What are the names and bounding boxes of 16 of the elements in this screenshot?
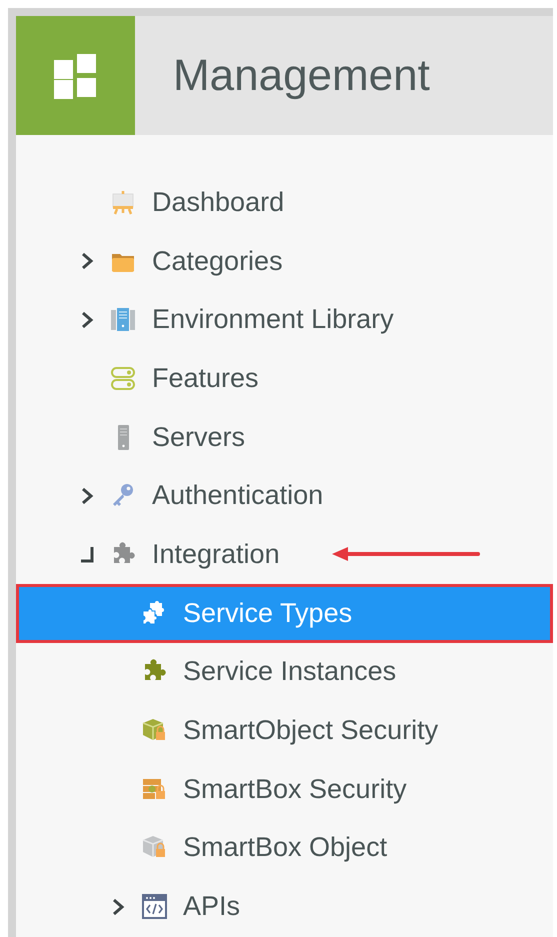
- tree-item[interactable]: Servers: [16, 408, 553, 466]
- tree-item[interactable]: Environment Library: [16, 290, 553, 350]
- tree-item[interactable]: Features: [16, 349, 553, 408]
- tree-item[interactable]: Integration: [16, 525, 553, 584]
- tree-item[interactable]: Dashboard: [16, 173, 553, 232]
- tree-item[interactable]: SmartObject Security: [16, 701, 553, 760]
- tree-item[interactable]: Categories: [16, 232, 553, 290]
- tree-item[interactable]: Service Instances: [16, 642, 553, 702]
- page-title: Management: [173, 50, 430, 100]
- toggle-icon: [110, 364, 137, 392]
- tree-item[interactable]: SmartBox Security: [16, 760, 553, 819]
- tree-item[interactable]: SmartBox Object: [16, 818, 553, 878]
- tree-item[interactable]: APIs: [16, 877, 553, 936]
- code-window-icon: [141, 893, 168, 920]
- server-rack-icon: [110, 306, 137, 334]
- tree-item[interactable]: Authentication: [16, 466, 553, 526]
